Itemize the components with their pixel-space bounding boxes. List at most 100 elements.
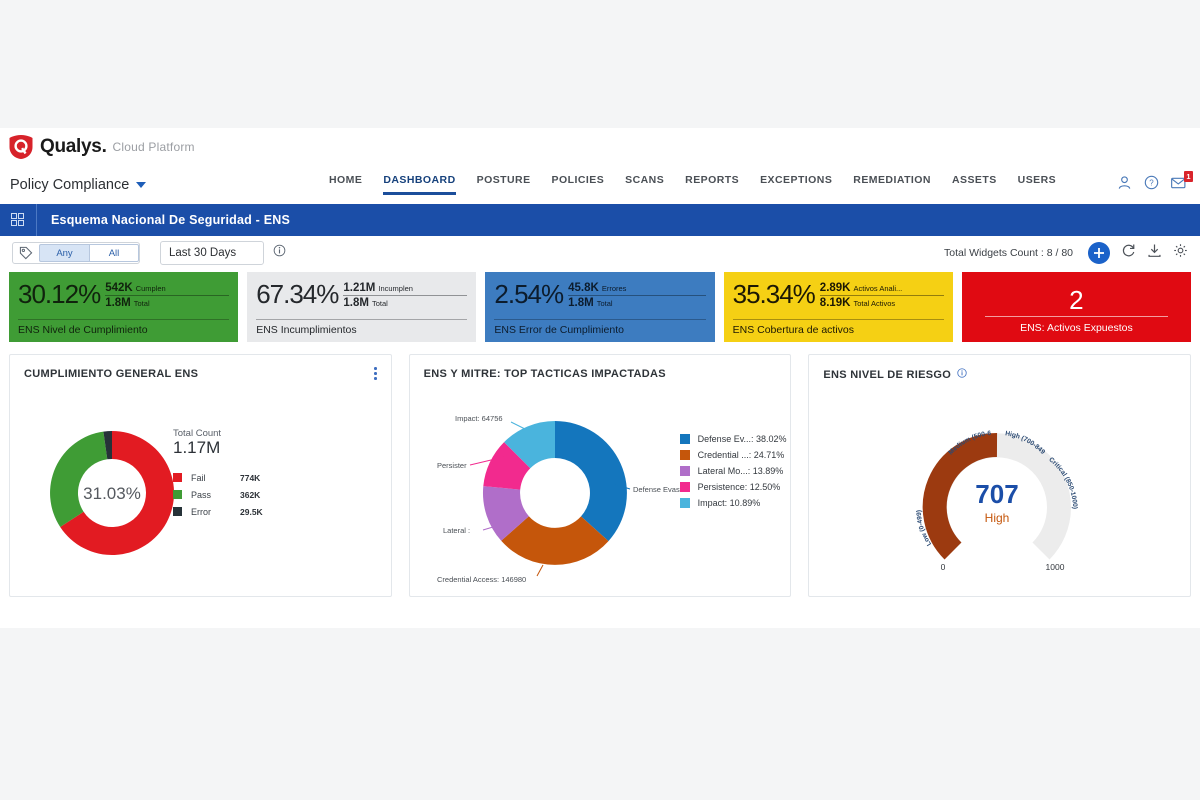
kpi-denominator: 8.19K: [819, 296, 851, 309]
legend-label: Lateral Mo...: 13.89%: [697, 466, 784, 476]
widget-risk-gauge: ENS NIVEL DE RIESGO Low (0-499) Medium (…: [808, 354, 1192, 597]
widget-title: ENS NIVEL DE RIESGO: [809, 355, 1190, 381]
color-swatch-icon: [173, 473, 182, 482]
legend-label: Error: [191, 506, 211, 517]
kpi-numerator: 542K: [105, 281, 133, 294]
slice-label-impact: Impact: 64756: [455, 414, 503, 423]
legend-label: Pass: [191, 489, 212, 500]
donut-center-label: 31.03%: [83, 484, 141, 503]
kpi-denominator: 1.8M: [568, 296, 594, 309]
color-swatch-icon: [679, 434, 690, 444]
nav-item-dashboard[interactable]: DASHBOARD: [383, 174, 456, 195]
kebab-menu-icon[interactable]: [374, 367, 377, 380]
slice-label-credential-access: Credential Access: 146980: [437, 575, 526, 584]
nav-item-policies[interactable]: POLICIES: [552, 174, 605, 192]
kpi-tile-error[interactable]: 2.54% 45.8K Errores 1.8M Total ENS Error…: [485, 272, 715, 342]
user-icon[interactable]: [1117, 175, 1132, 195]
kpi-tile-noncompliance[interactable]: 67.34% 1.21M Incumplen 1.8M Total ENS In…: [247, 272, 477, 342]
brand-suffix: Cloud Platform: [112, 140, 195, 154]
gauge-max-label: 1000: [1046, 562, 1065, 572]
nav-item-posture[interactable]: POSTURE: [477, 174, 531, 192]
module-selector[interactable]: Policy Compliance: [10, 177, 147, 193]
kpi-percent: 2.54%: [494, 279, 564, 309]
nav-item-scans[interactable]: SCANS: [625, 174, 664, 192]
color-swatch-icon: [679, 450, 690, 460]
date-range-select[interactable]: Last 30 Days: [160, 241, 264, 265]
add-widget-button[interactable]: [1088, 242, 1110, 264]
settings-gear-icon[interactable]: [1173, 243, 1188, 263]
nav-utility-icons: ? 1: [1117, 170, 1193, 195]
widget-title: CUMPLIMIENTO GENERAL ENS: [24, 368, 199, 380]
kpi-tile-exposed-assets[interactable]: 2 ENS: Activos Expuestos: [961, 272, 1192, 342]
color-swatch-icon: [679, 466, 690, 476]
tag-filter[interactable]: Any All: [12, 242, 140, 264]
kpi-caption: ENS Nivel de Cumplimiento: [18, 324, 148, 336]
filter-toolbar: Any All Last 30 Days Total Widgets Count…: [0, 236, 1200, 270]
qualys-logo[interactable]: Qualys. Cloud Platform: [8, 134, 195, 160]
kpi-percent: 35.34%: [732, 279, 816, 309]
legend-item-persistence[interactable]: Persistence: 12.50%: [679, 479, 787, 495]
nav-item-home[interactable]: HOME: [329, 174, 362, 192]
grid-view-icon[interactable]: [0, 213, 36, 227]
legend-item-fail[interactable]: Fail 774K: [173, 469, 263, 486]
legend-label: Fail: [191, 472, 206, 483]
kpi-tile-compliance[interactable]: 30.12% 542K Cumplen 1.8M Total ENS Nivel…: [9, 272, 239, 342]
nav-item-exceptions[interactable]: EXCEPTIONS: [760, 174, 832, 192]
nav-item-reports[interactable]: REPORTS: [685, 174, 739, 192]
dashboard-actions: Total Widgets Count : 8 / 80: [944, 236, 1188, 270]
kpi-percent: 30.12%: [18, 279, 101, 309]
help-icon[interactable]: ?: [1144, 175, 1159, 195]
legend-item-impact[interactable]: Impact: 10.89%: [679, 495, 787, 511]
legend-item-defense-evasion[interactable]: Defense Ev...: 38.02%: [679, 431, 787, 447]
page-background: Qualys. Cloud Platform Policy Compliance…: [0, 0, 1200, 800]
dashboard-title: Esquema Nacional De Seguridad - ENS: [51, 213, 291, 227]
qualys-app-window: Qualys. Cloud Platform Policy Compliance…: [0, 128, 1200, 628]
tag-filter-all[interactable]: All: [89, 244, 139, 262]
kpi-caption: ENS: Activos Expuestos: [1020, 322, 1133, 334]
tag-icon: [13, 246, 39, 260]
info-icon[interactable]: [273, 244, 286, 262]
brand-bar: Qualys. Cloud Platform: [0, 128, 1200, 166]
tag-filter-any[interactable]: Any: [39, 244, 89, 262]
slice-label-persistence: Persister: [437, 461, 467, 470]
legend-item-lateral-movement[interactable]: Lateral Mo...: 13.89%: [679, 463, 787, 479]
color-swatch-icon: [679, 482, 690, 492]
widget-mitre-tactics: ENS Y MITRE: TOP TACTICAS IMPACTADAS Def…: [408, 354, 792, 597]
brand-name: Qualys.: [40, 136, 107, 157]
kpi-value: 2: [1069, 285, 1084, 315]
legend-label: Persistence: 12.50%: [697, 482, 781, 492]
color-swatch-icon: [173, 507, 182, 516]
color-swatch-icon: [679, 498, 690, 508]
download-icon[interactable]: [1147, 243, 1162, 263]
slice-label-lateral-movement: Lateral :: [443, 526, 470, 535]
mail-icon[interactable]: 1: [1171, 170, 1193, 195]
kpi-percent: 67.34%: [256, 279, 339, 309]
widget-count-label: Total Widgets Count : 8 / 80: [944, 247, 1073, 259]
donut-legend: Total Count 1.17M Fail 774K Pass 362K Er…: [173, 428, 263, 520]
legend-item-credential-access[interactable]: Credential ...: 24.71%: [679, 447, 787, 463]
total-count-value: 1.17M: [173, 438, 221, 457]
legend-label: Defense Ev...: 38.02%: [697, 434, 787, 444]
nav-item-remediation[interactable]: REMEDIATION: [853, 174, 931, 192]
dashboard-title-bar: Esquema Nacional De Seguridad - ENS: [0, 204, 1200, 236]
kpi-caption: ENS Cobertura de activos: [732, 324, 855, 336]
kpi-denominator: 1.8M: [343, 296, 369, 309]
kpi-numerator: 2.89K: [819, 281, 851, 294]
legend-value: 774K: [240, 472, 261, 483]
refresh-icon[interactable]: [1121, 243, 1136, 263]
module-selector-label: Policy Compliance: [10, 177, 130, 193]
legend-item-error[interactable]: Error 29.5K: [173, 503, 263, 520]
widget-title: ENS Y MITRE: TOP TACTICAS IMPACTADAS: [423, 368, 666, 380]
legend-label: Credential ...: 24.71%: [697, 450, 785, 460]
nav-item-users[interactable]: USERS: [1018, 174, 1056, 192]
gauge-value: 707: [976, 479, 1019, 509]
nav-item-assets[interactable]: ASSETS: [952, 174, 997, 192]
kpi-denominator-label: Total: [596, 298, 613, 308]
kpi-denominator-label: Total: [371, 298, 388, 308]
kpi-caption: ENS Error de Cumplimiento: [494, 324, 624, 336]
legend-item-pass[interactable]: Pass 362K: [173, 486, 263, 503]
kpi-numerator-label: Incumplen: [378, 283, 413, 293]
chevron-down-icon: [136, 182, 147, 188]
info-icon[interactable]: [957, 368, 967, 381]
kpi-tile-coverage[interactable]: 35.34% 2.89K Activos Anali... 8.19K Tota…: [723, 272, 953, 342]
